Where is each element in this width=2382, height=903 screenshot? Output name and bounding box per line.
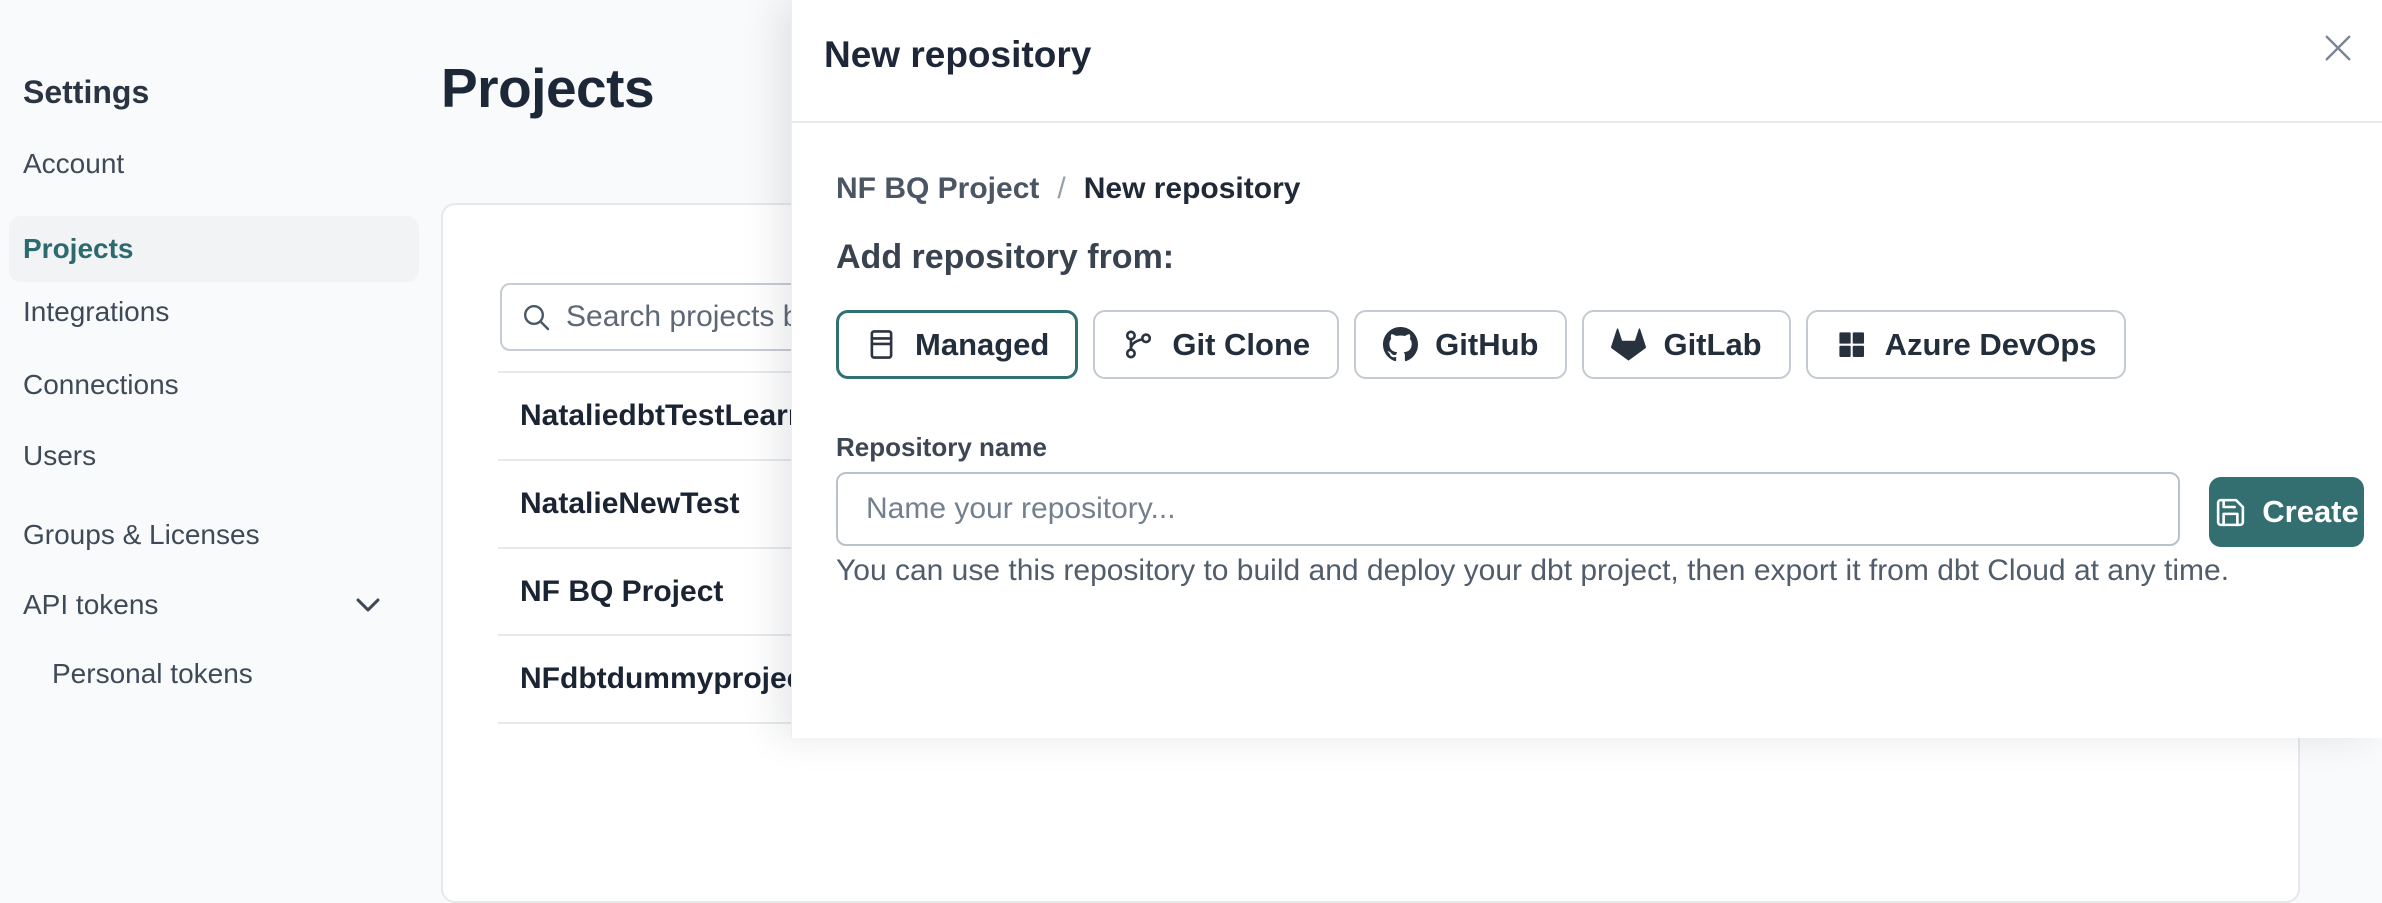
repository-source-options: Managed Git Clone GitHub GitLab <box>836 310 2126 379</box>
source-option-azure-devops[interactable]: Azure DevOps <box>1806 310 2126 379</box>
breadcrumb-separator: / <box>1057 172 1065 206</box>
source-option-git-clone[interactable]: Git Clone <box>1093 310 1339 379</box>
modal-title: New repository <box>824 34 1091 76</box>
page-title: Projects <box>441 56 654 120</box>
sidebar-item-users[interactable]: Users <box>23 440 96 472</box>
sidebar-item-connections[interactable]: Connections <box>23 369 179 401</box>
project-name: NataliedbtTestLearn T <box>520 399 833 433</box>
source-option-label: GitHub <box>1435 327 1538 363</box>
breadcrumb-current: New repository <box>1084 172 1301 206</box>
create-button[interactable]: Create <box>2209 477 2364 547</box>
sidebar-item-label: Projects <box>23 233 134 265</box>
repository-name-label: Repository name <box>836 432 1047 463</box>
sidebar-item-label: API tokens <box>23 589 158 621</box>
add-repository-heading: Add repository from: <box>836 238 1174 277</box>
sidebar-item-account[interactable]: Account <box>23 148 124 180</box>
breadcrumb: NF BQ Project / New repository <box>836 172 1300 206</box>
new-repository-modal: New repository NF BQ Project / New repos… <box>791 0 2382 738</box>
close-button[interactable] <box>2316 26 2360 70</box>
repository-name-input[interactable] <box>836 472 2180 546</box>
breadcrumb-parent[interactable]: NF BQ Project <box>836 172 1039 206</box>
git-clone-icon <box>1122 328 1155 361</box>
close-icon <box>2320 30 2356 66</box>
save-icon <box>2214 496 2247 529</box>
azure-devops-icon <box>1835 328 1868 361</box>
source-option-github[interactable]: GitHub <box>1354 310 1567 379</box>
create-button-label: Create <box>2262 494 2359 530</box>
sidebar-title: Settings <box>23 74 149 111</box>
sidebar-item-api-tokens[interactable]: API tokens <box>23 588 385 622</box>
settings-sidebar: Settings Account Projects Integrations C… <box>0 0 432 738</box>
project-name: NFdbtdummyproject <box>520 662 813 696</box>
repository-help-text: You can use this repository to build and… <box>836 552 2346 590</box>
github-icon <box>1383 327 1418 362</box>
modal-header: New repository <box>792 0 2382 123</box>
sidebar-item-projects[interactable]: Projects <box>9 216 419 282</box>
chevron-down-icon <box>351 588 385 622</box>
source-option-managed[interactable]: Managed <box>836 310 1078 379</box>
source-option-label: Git Clone <box>1172 327 1310 363</box>
source-option-label: Azure DevOps <box>1885 327 2097 363</box>
project-name: NatalieNewTest <box>520 487 740 521</box>
source-option-label: GitLab <box>1663 327 1761 363</box>
sidebar-item-groups-licenses[interactable]: Groups & Licenses <box>23 519 260 551</box>
source-option-label: Managed <box>915 327 1049 363</box>
source-option-gitlab[interactable]: GitLab <box>1582 310 1790 379</box>
project-name: NF BQ Project <box>520 575 723 609</box>
sidebar-item-personal-tokens[interactable]: Personal tokens <box>52 658 253 690</box>
sidebar-item-integrations[interactable]: Integrations <box>23 296 169 328</box>
search-icon <box>520 301 552 333</box>
managed-icon <box>865 328 898 361</box>
gitlab-icon <box>1611 327 1646 362</box>
